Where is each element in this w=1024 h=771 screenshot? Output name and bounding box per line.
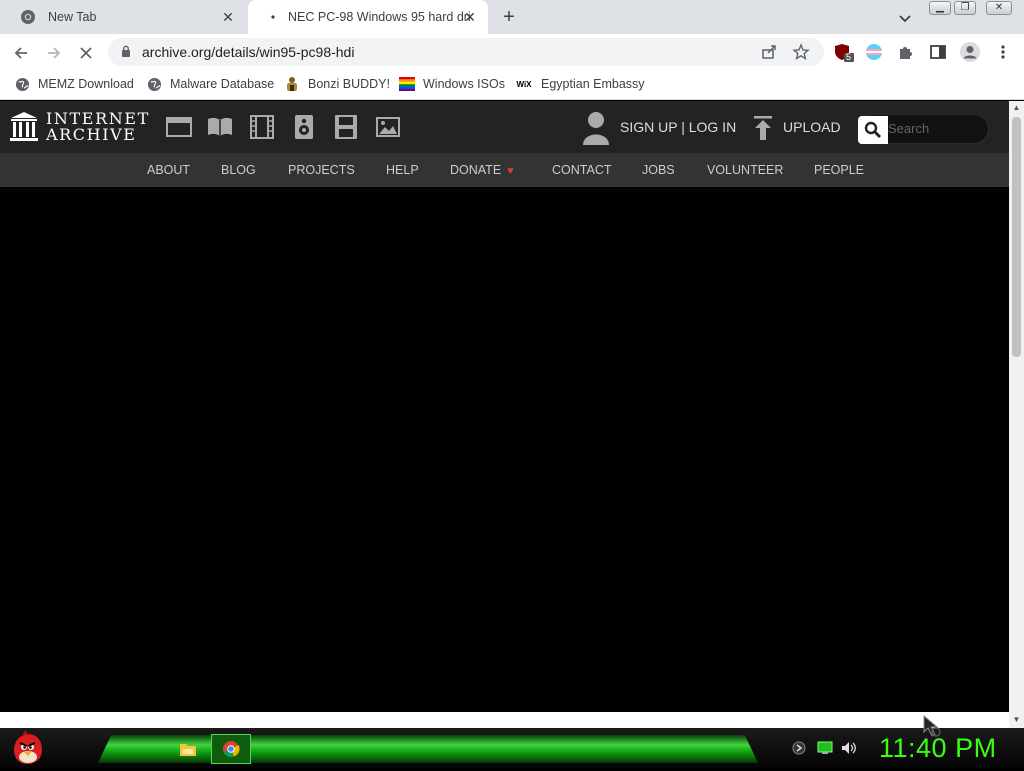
bookmark-malware-database[interactable]: Malware Database [146, 76, 274, 92]
page-viewport: INTERNET ARCHIVE SIGN UP | LOG IN UPLOAD… [0, 101, 1009, 712]
nav-donate[interactable]: DONATE ♥ [450, 163, 514, 177]
tab-new-tab[interactable]: New Tab ✕ [8, 0, 246, 34]
nav-about[interactable]: ABOUT [147, 163, 190, 177]
nav-people[interactable]: PEOPLE [814, 163, 864, 177]
nav-blog[interactable]: BLOG [221, 163, 256, 177]
pride-extension-icon[interactable] [865, 43, 883, 61]
close-window-button[interactable]: ✕ [986, 1, 1012, 15]
scrollbar-thumb[interactable] [1012, 117, 1021, 357]
tab-archive[interactable]: NEC PC-98 Windows 95 hard drive ✕ [248, 0, 488, 34]
ia-logo-line2: ARCHIVE [46, 125, 137, 144]
upload-icon[interactable] [752, 116, 774, 140]
globe-icon [14, 76, 30, 92]
chrome-taskbar-icon[interactable] [211, 734, 251, 764]
file-explorer-icon[interactable] [170, 734, 206, 764]
scroll-down-arrow-icon[interactable]: ▼ [1009, 713, 1024, 727]
tab-title: New Tab [48, 10, 97, 24]
texts-icon[interactable] [207, 115, 233, 139]
ia-header: INTERNET ARCHIVE SIGN UP | LOG IN UPLOAD… [0, 101, 1009, 153]
bookmark-windows-isos[interactable]: Windows ISOs [399, 76, 505, 92]
browser-toolbar: archive.org/details/win95-pc98-hdi 5 [0, 34, 1024, 70]
ia-nav-bar: ABOUT BLOG PROJECTS HELP DONATE ♥ CONTACT… [0, 153, 1009, 187]
bookmark-label: Egyptian Embassy [541, 77, 645, 91]
url-text: archive.org/details/win95-pc98-hdi [142, 44, 355, 60]
address-bar[interactable]: archive.org/details/win95-pc98-hdi [108, 38, 824, 66]
tray-app-icon[interactable] [791, 740, 807, 756]
tab-search-chevron-icon[interactable] [896, 9, 914, 27]
heart-icon: ♥ [507, 165, 514, 177]
horizontal-strip [0, 712, 1009, 728]
images-icon[interactable] [375, 115, 401, 139]
software-icon[interactable] [333, 115, 359, 139]
minimize-button[interactable]: ▁ [929, 1, 951, 15]
tab-strip: New Tab ✕ NEC PC-98 Windows 95 hard driv… [0, 0, 1024, 34]
scroll-up-arrow-icon[interactable]: ▲ [1009, 101, 1024, 115]
ia-logo[interactable]: INTERNET ARCHIVE [10, 111, 150, 143]
start-button-angry-bird-icon[interactable] [8, 730, 46, 766]
side-panel-icon[interactable] [929, 43, 947, 61]
bookmark-egyptian-embassy[interactable]: WiX Egyptian Embassy [515, 76, 645, 92]
bookmark-bonzi-buddy[interactable]: Bonzi BUDDY! [284, 76, 390, 92]
ia-temple-icon [10, 112, 38, 141]
bookmark-star-icon[interactable] [792, 43, 810, 66]
nav-help[interactable]: HELP [386, 163, 419, 177]
stop-loading-button[interactable] [75, 42, 97, 64]
mouse-pointer-icon [922, 714, 948, 745]
bookmark-label: MEMZ Download [38, 77, 134, 91]
close-tab-icon[interactable]: ✕ [220, 9, 236, 25]
bookmark-label: Malware Database [170, 77, 275, 91]
nav-contact[interactable]: CONTACT [552, 163, 612, 177]
bookmark-label: Windows ISOs [423, 77, 505, 91]
nav-projects[interactable]: PROJECTS [288, 163, 355, 177]
extensions-puzzle-icon[interactable] [897, 43, 915, 61]
lock-icon [121, 45, 131, 63]
content-area [0, 187, 1009, 712]
wix-icon: WiX [516, 79, 532, 89]
network-icon[interactable] [817, 740, 833, 756]
bookmark-memz[interactable]: MEMZ Download [14, 76, 134, 92]
globe-icon [146, 76, 162, 92]
bookmarks-bar: MEMZ Download Malware Database Bonzi BUD… [0, 70, 1024, 100]
bonzi-icon [284, 76, 300, 92]
volume-icon[interactable] [841, 740, 857, 756]
audio-icon[interactable] [291, 115, 317, 139]
share-icon[interactable] [760, 43, 778, 66]
rainbow-flag-icon [399, 76, 415, 92]
bookmark-label: Bonzi BUDDY! [308, 77, 390, 91]
sign-up-log-in-link[interactable]: SIGN UP | LOG IN [620, 119, 736, 135]
restore-button[interactable]: ❐ [954, 1, 976, 15]
nav-jobs[interactable]: JOBS [642, 163, 675, 177]
search-input[interactable]: Search [888, 121, 929, 136]
chrome-menu-icon[interactable] [995, 43, 1013, 61]
nav-volunteer[interactable]: VOLUNTEER [707, 163, 783, 177]
upload-link[interactable]: UPLOAD [783, 119, 841, 135]
profile-avatar-icon[interactable] [959, 41, 981, 63]
ublock-extension-icon[interactable]: 5 [834, 43, 854, 62]
extension-badge: 5 [846, 52, 852, 62]
vertical-scrollbar[interactable]: ▲ ▼ [1009, 101, 1024, 728]
user-icon[interactable] [581, 111, 611, 145]
tab-title: NEC PC-98 Windows 95 hard drive [288, 10, 470, 24]
taskbar: 11:40 PM [0, 728, 1024, 768]
forward-button[interactable] [43, 42, 65, 64]
web-icon[interactable] [166, 115, 192, 139]
ia-search-box[interactable]: Search [857, 114, 989, 144]
new-tab-button[interactable]: + [498, 7, 520, 29]
nav-donate-label: DONATE [450, 163, 502, 177]
back-button[interactable] [10, 42, 32, 64]
loading-spinner-icon [268, 9, 278, 25]
chrome-icon [20, 9, 36, 25]
video-icon[interactable] [249, 115, 275, 139]
search-icon[interactable] [858, 116, 888, 144]
close-tab-icon[interactable]: ✕ [462, 9, 478, 25]
